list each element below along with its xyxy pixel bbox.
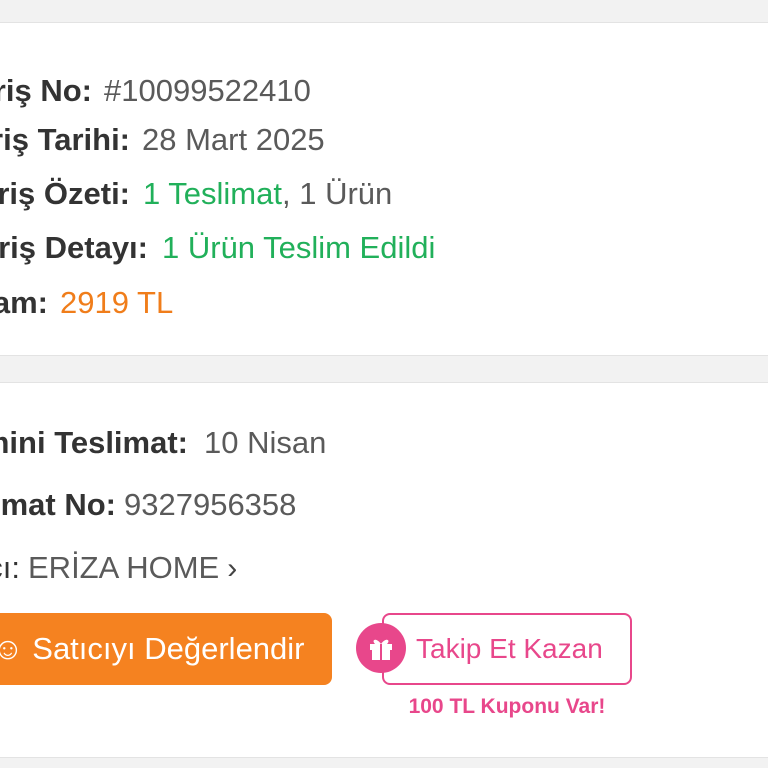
order-date-value: 28 Mart 2025 <box>142 122 325 157</box>
order-no-label: Sipariş No: <box>0 73 92 108</box>
chevron-right-icon: › <box>227 552 238 585</box>
delivery-no-value: 9327956358 <box>124 487 297 522</box>
order-summary-label: Sipariş Özeti: <box>0 176 130 211</box>
summary-items: 1 Ürün <box>299 176 393 211</box>
order-date-label: Sipariş Tarihi: <box>0 122 130 157</box>
rate-seller-button[interactable]: ☺ Satıcıyı Değerlendir <box>0 613 332 685</box>
gift-icon <box>356 623 406 673</box>
order-no-value: #10099522410 <box>104 73 311 108</box>
estimated-delivery-label: Tahmini Teslimat: <box>0 425 188 460</box>
estimated-delivery-value: 10 Nisan <box>204 425 327 460</box>
coupon-note: 100 TL Kuponu Var! <box>408 695 606 718</box>
order-total-value: 2919 TL <box>60 285 174 320</box>
follow-and-earn-button[interactable]: Takip Et Kazan <box>382 613 632 685</box>
order-detail-label: Sipariş Detayı: <box>0 230 148 265</box>
seller-label: Satıcı: <box>0 550 20 585</box>
order-total-label: Toplam: <box>0 285 48 320</box>
follow-and-earn-label: Takip Et Kazan <box>416 633 603 664</box>
seller-name[interactable]: ERİZA HOME <box>28 550 219 585</box>
order-info-card: Sipariş No: #10099522410 Sipariş Tarihi:… <box>0 22 768 356</box>
order-detail-value[interactable]: 1 Ürün Teslim Edildi <box>162 230 435 266</box>
delivery-no-label: Teslimat No: <box>0 487 116 522</box>
seller-link[interactable]: ERİZA HOME › <box>28 550 237 587</box>
delivery-info-card: Tahmini Teslimat: 10 Nisan Teslimat No: … <box>0 382 768 758</box>
summary-delivery-link[interactable]: 1 Teslimat <box>143 176 282 211</box>
